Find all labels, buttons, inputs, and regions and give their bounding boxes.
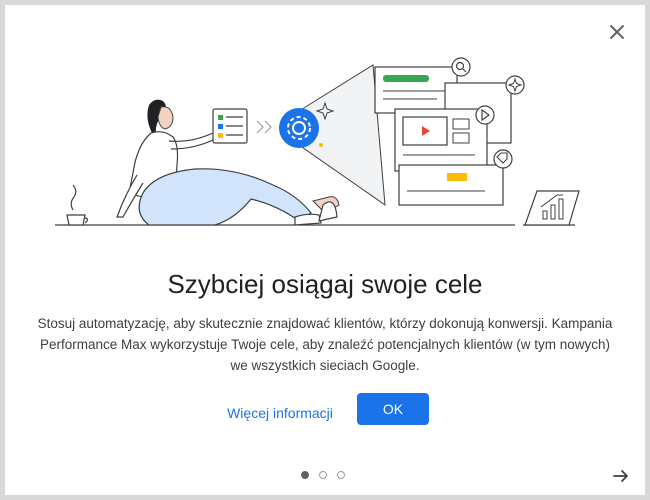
illustration: [55, 57, 580, 226]
checklist-icon: [212, 108, 248, 144]
ok-button[interactable]: OK: [357, 393, 429, 425]
laptop-chart-icon: [524, 190, 580, 226]
pagination-dot-3[interactable]: [337, 471, 345, 479]
pagination-dot-2[interactable]: [319, 471, 327, 479]
dialog-body: Stosuj automatyzację, aby skutecznie zna…: [37, 316, 613, 373]
ad-windows: [374, 57, 525, 206]
arrow-right-icon[interactable]: [611, 466, 631, 486]
learn-more-link[interactable]: Więcej informacji: [221, 397, 339, 429]
pagination-dots: [301, 471, 345, 481]
pagination-dot-1[interactable]: [301, 471, 309, 479]
gear-icon: [279, 108, 319, 148]
dialog-title: Szybciej osiągaj swoje cele: [167, 269, 483, 299]
close-icon[interactable]: [605, 20, 629, 44]
coffee-cup-icon: [66, 184, 89, 226]
onboarding-dialog: Szybciej osiągaj swoje cele Stosuj autom…: [5, 5, 645, 495]
